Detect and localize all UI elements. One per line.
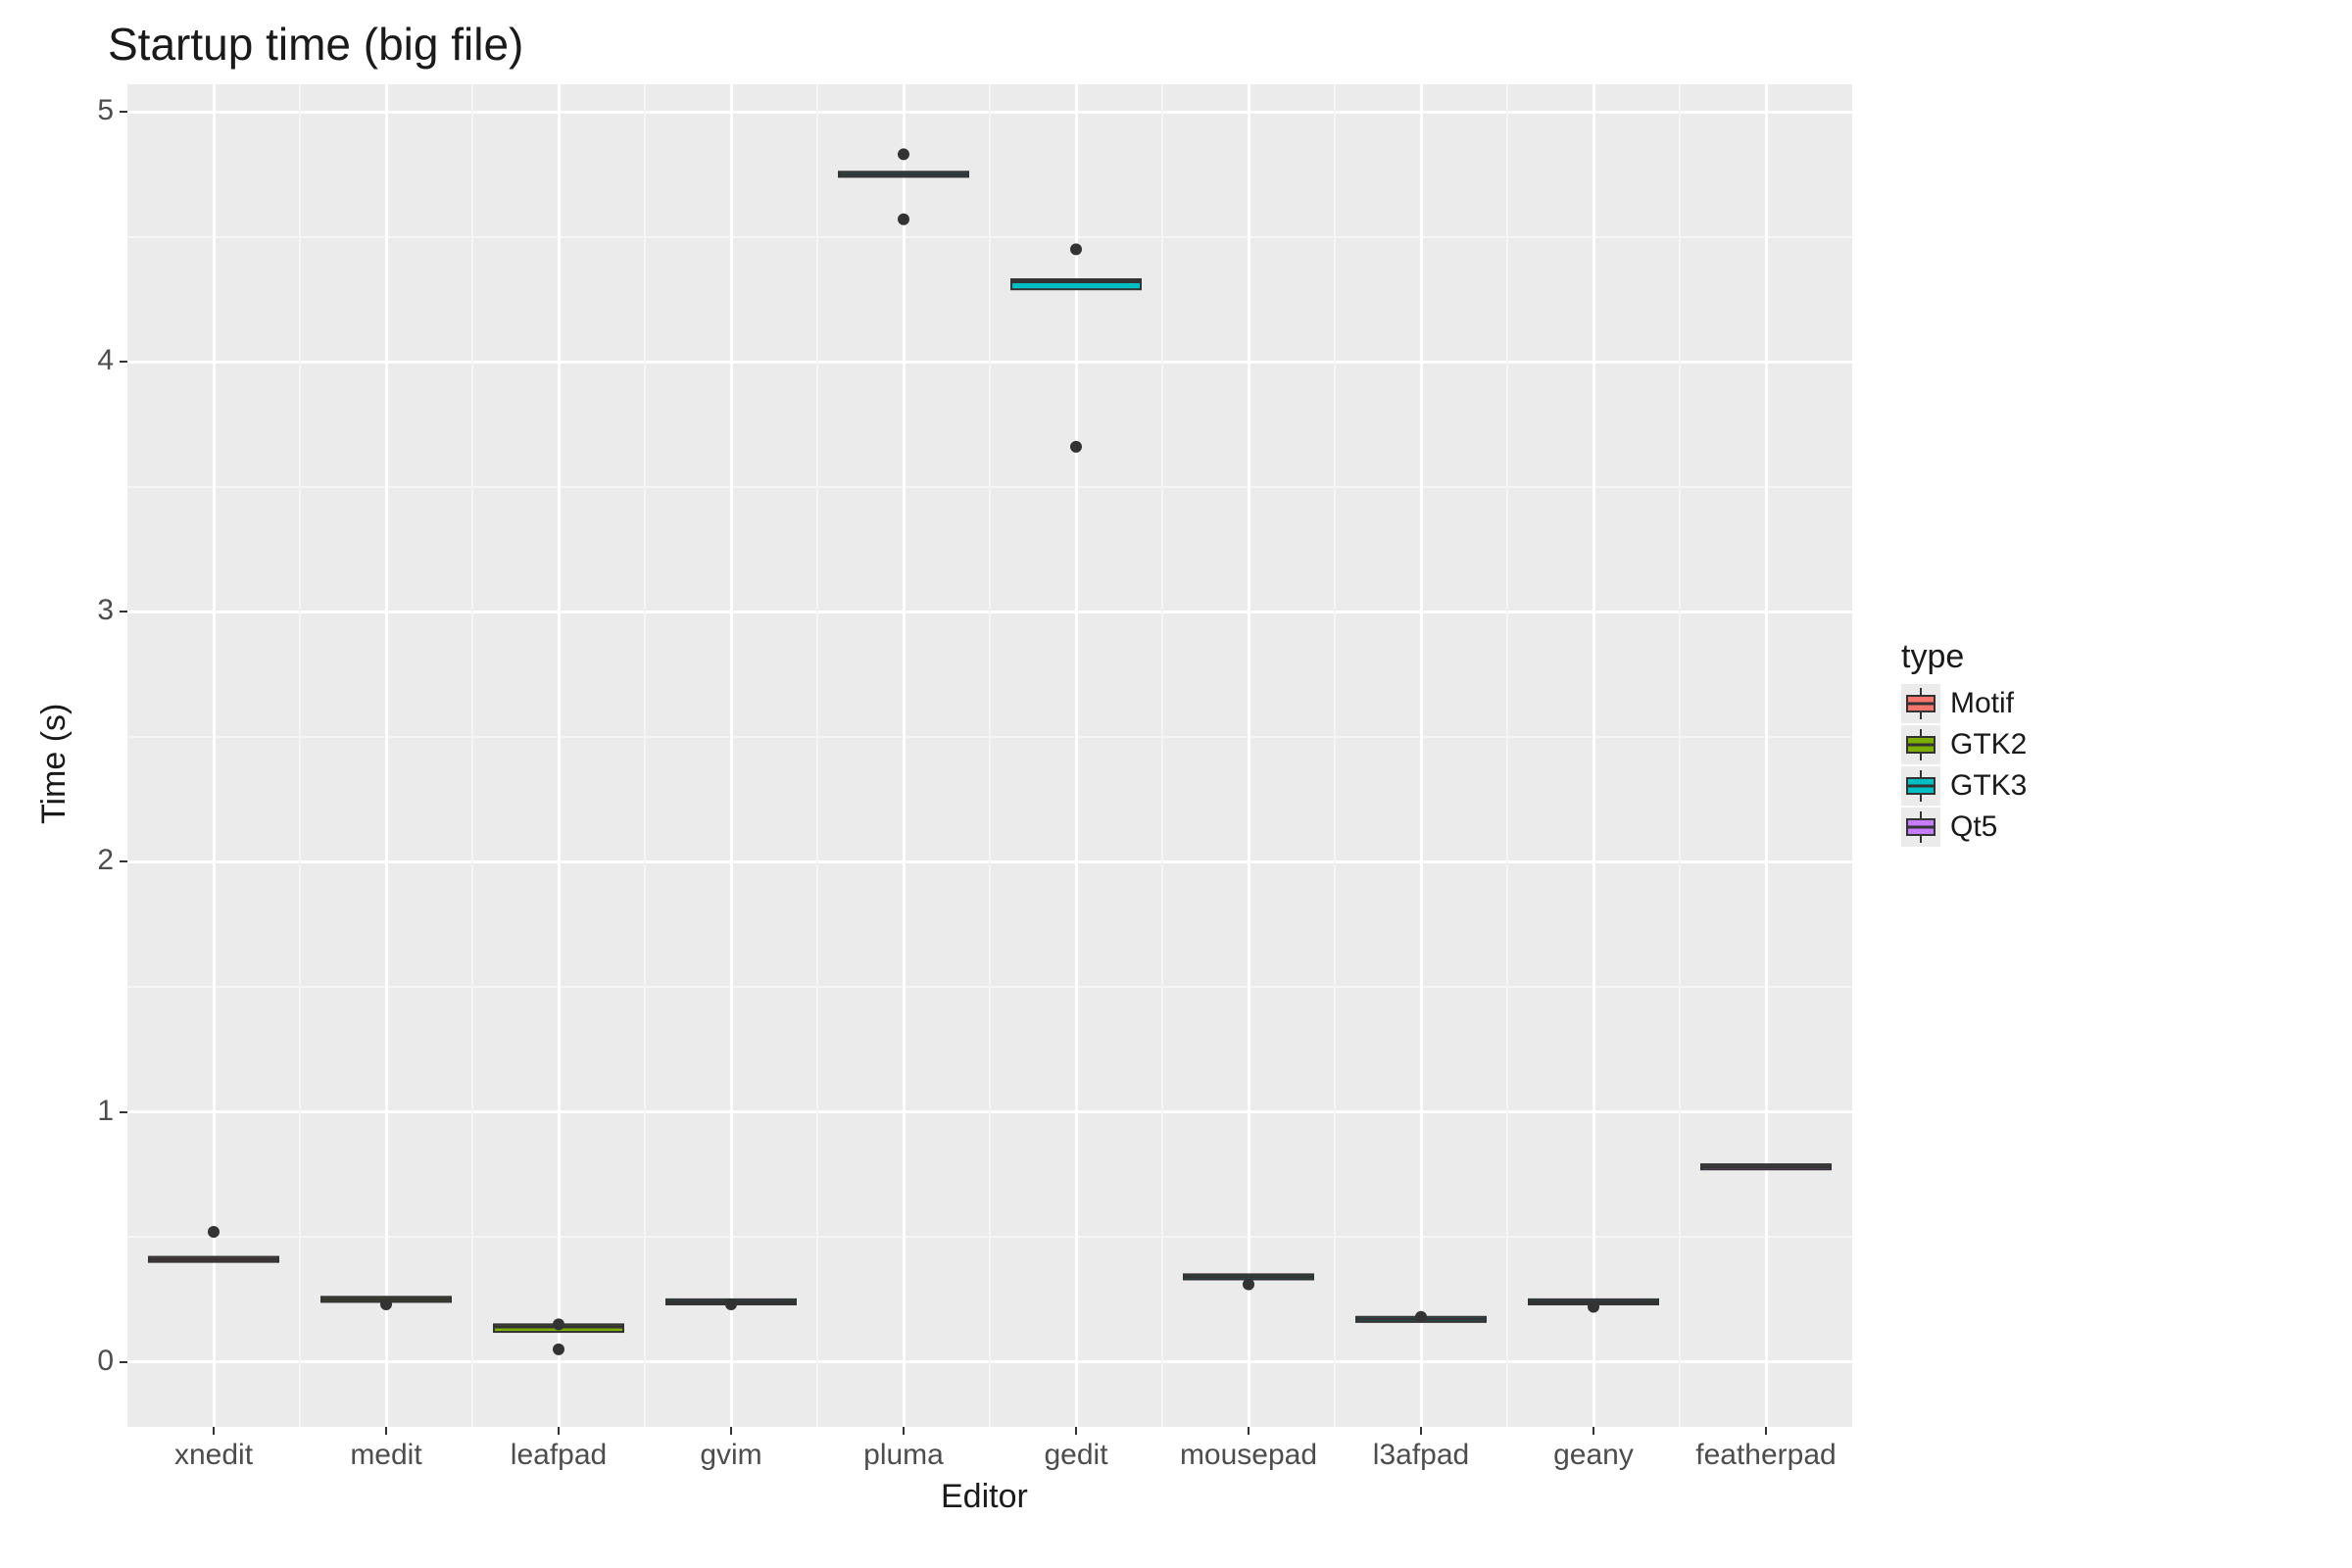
legend-title: type bbox=[1901, 638, 2027, 676]
legend-entry-gtk3: GTK3 bbox=[1901, 766, 2027, 806]
x-tick-label: featherpad bbox=[1678, 1439, 1854, 1472]
legend-key-icon bbox=[1901, 766, 1940, 806]
x-tick-label: gvim bbox=[643, 1439, 819, 1472]
legend-key-icon bbox=[1901, 684, 1940, 723]
legend-key-icon bbox=[1901, 725, 1940, 764]
y-tick-label: 1 bbox=[97, 1095, 114, 1128]
x-tick-label: medit bbox=[298, 1439, 474, 1472]
x-tick-label: xnedit bbox=[125, 1439, 302, 1472]
y-tick-label: 3 bbox=[97, 594, 114, 627]
x-tick-label: geany bbox=[1505, 1439, 1682, 1472]
legend-key-icon bbox=[1901, 808, 1940, 847]
x-tick-label: leafpad bbox=[470, 1439, 647, 1472]
legend-label: Motif bbox=[1950, 687, 2014, 720]
legend-entry-motif: Motif bbox=[1901, 684, 2027, 723]
legend-label: GTK3 bbox=[1950, 769, 2027, 803]
y-tick-label: 4 bbox=[97, 344, 114, 377]
y-axis-label: Time (s) bbox=[35, 704, 74, 824]
x-tick-label: gedit bbox=[988, 1439, 1164, 1472]
legend: type Motif GTK2 GTK3 Qt5 bbox=[1901, 638, 2027, 849]
y-tick-label: 5 bbox=[97, 94, 114, 127]
legend-label: GTK2 bbox=[1950, 728, 2027, 761]
legend-entry-gtk2: GTK2 bbox=[1901, 725, 2027, 764]
x-axis-label: Editor bbox=[941, 1478, 1028, 1516]
legend-entry-qt5: Qt5 bbox=[1901, 808, 2027, 847]
x-tick-label: l3afpad bbox=[1333, 1439, 1509, 1472]
y-tick-label: 2 bbox=[97, 844, 114, 877]
y-tick-label: 0 bbox=[97, 1345, 114, 1378]
chart-title: Startup time (big file) bbox=[108, 18, 523, 71]
plot-area bbox=[127, 84, 1852, 1427]
x-tick-label: pluma bbox=[815, 1439, 992, 1472]
legend-label: Qt5 bbox=[1950, 810, 1997, 844]
x-tick-label: mousepad bbox=[1160, 1439, 1337, 1472]
